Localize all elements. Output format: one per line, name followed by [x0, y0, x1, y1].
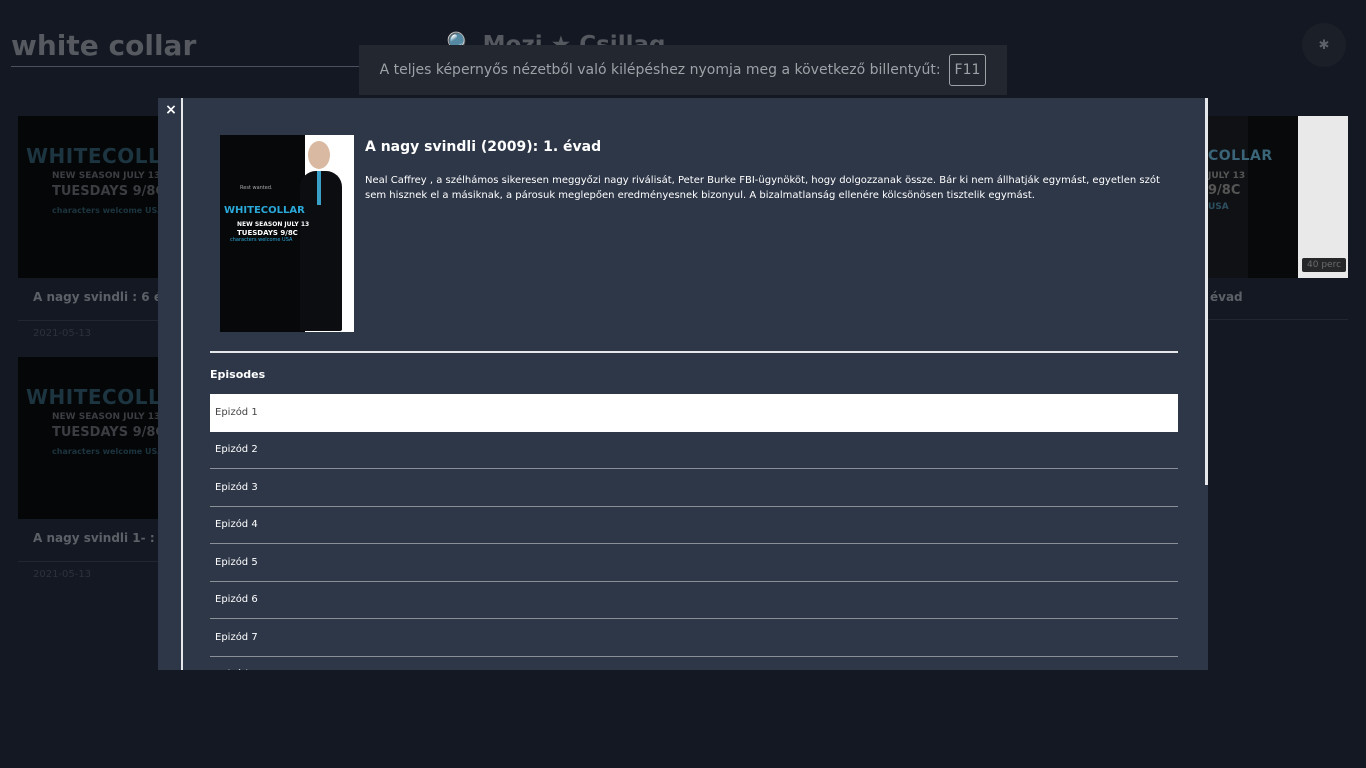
episode-item[interactable]: Epizód 4 — [210, 507, 1178, 544]
card-logo: WHITECOLL — [26, 385, 162, 409]
fullscreen-exit-notice: A teljes képernyős nézetből való kilépés… — [359, 45, 1007, 95]
gear-icon: ✱ — [1318, 37, 1330, 53]
episode-item[interactable]: Epizód 1 — [210, 394, 1178, 432]
episode-item[interactable]: Epizód 7 — [210, 619, 1178, 657]
card-thumbnail[interactable]: COLLAR JULY 13 9/8C USA 40 perc — [1208, 116, 1348, 278]
card-date: 2021-05-13 — [33, 328, 92, 339]
close-icon: × — [165, 102, 177, 118]
season-description: Neal Caffrey , a szélhámos sikeresen meg… — [365, 175, 1160, 201]
episode-item[interactable]: Epizód 5 — [210, 544, 1178, 582]
episode-item[interactable]: Epizód 8 — [210, 657, 1178, 670]
settings-button[interactable]: ✱ — [1302, 23, 1346, 67]
season-modal: × Rest wanted. WHITECOLLAR NEW SEASON JU… — [158, 98, 1208, 670]
card-logo: COLLAR — [1208, 148, 1273, 164]
section-divider — [210, 351, 1178, 353]
search-input[interactable]: white collar — [11, 28, 371, 67]
episode-item[interactable]: Epizód 3 — [210, 469, 1178, 507]
duration-badge: 40 perc — [1302, 258, 1347, 272]
card-divider — [18, 561, 163, 562]
card-thumbnail[interactable]: WHITECOLLAR NEW SEASON JULY 13 TUESDAYS … — [18, 116, 193, 278]
card-divider — [18, 320, 163, 321]
card-thumbnail[interactable]: WHITECOLL NEW SEASON JULY 13 TUESDAYS 9/… — [18, 357, 178, 519]
episode-item[interactable]: Epizód 6 — [210, 582, 1178, 619]
f11-key-badge: F11 — [948, 54, 987, 86]
episodes-heading: Episodes — [210, 368, 266, 381]
poster-logo: WHITECOLLAR — [224, 205, 305, 216]
card-divider — [1208, 319, 1348, 320]
notice-text: A teljes képernyős nézetből való kilépés… — [379, 62, 941, 78]
modal-left-rail — [181, 98, 183, 670]
card-date: 2021-05-13 — [33, 569, 92, 580]
close-button[interactable]: × — [164, 103, 178, 117]
episode-list: Epizód 1 Epizód 2 Epizód 3 Epizód 4 Epiz… — [210, 394, 1178, 670]
card-title[interactable]: évad — [1210, 290, 1243, 304]
modal-scrollbar[interactable] — [1205, 98, 1208, 485]
season-title: A nagy svindli (2009): 1. évad — [365, 139, 602, 155]
episode-item[interactable]: Epizód 2 — [210, 432, 1178, 469]
card-title[interactable]: A nagy svindli : 6 éva — [33, 290, 178, 304]
season-poster: Rest wanted. WHITECOLLAR NEW SEASON JULY… — [220, 135, 354, 332]
